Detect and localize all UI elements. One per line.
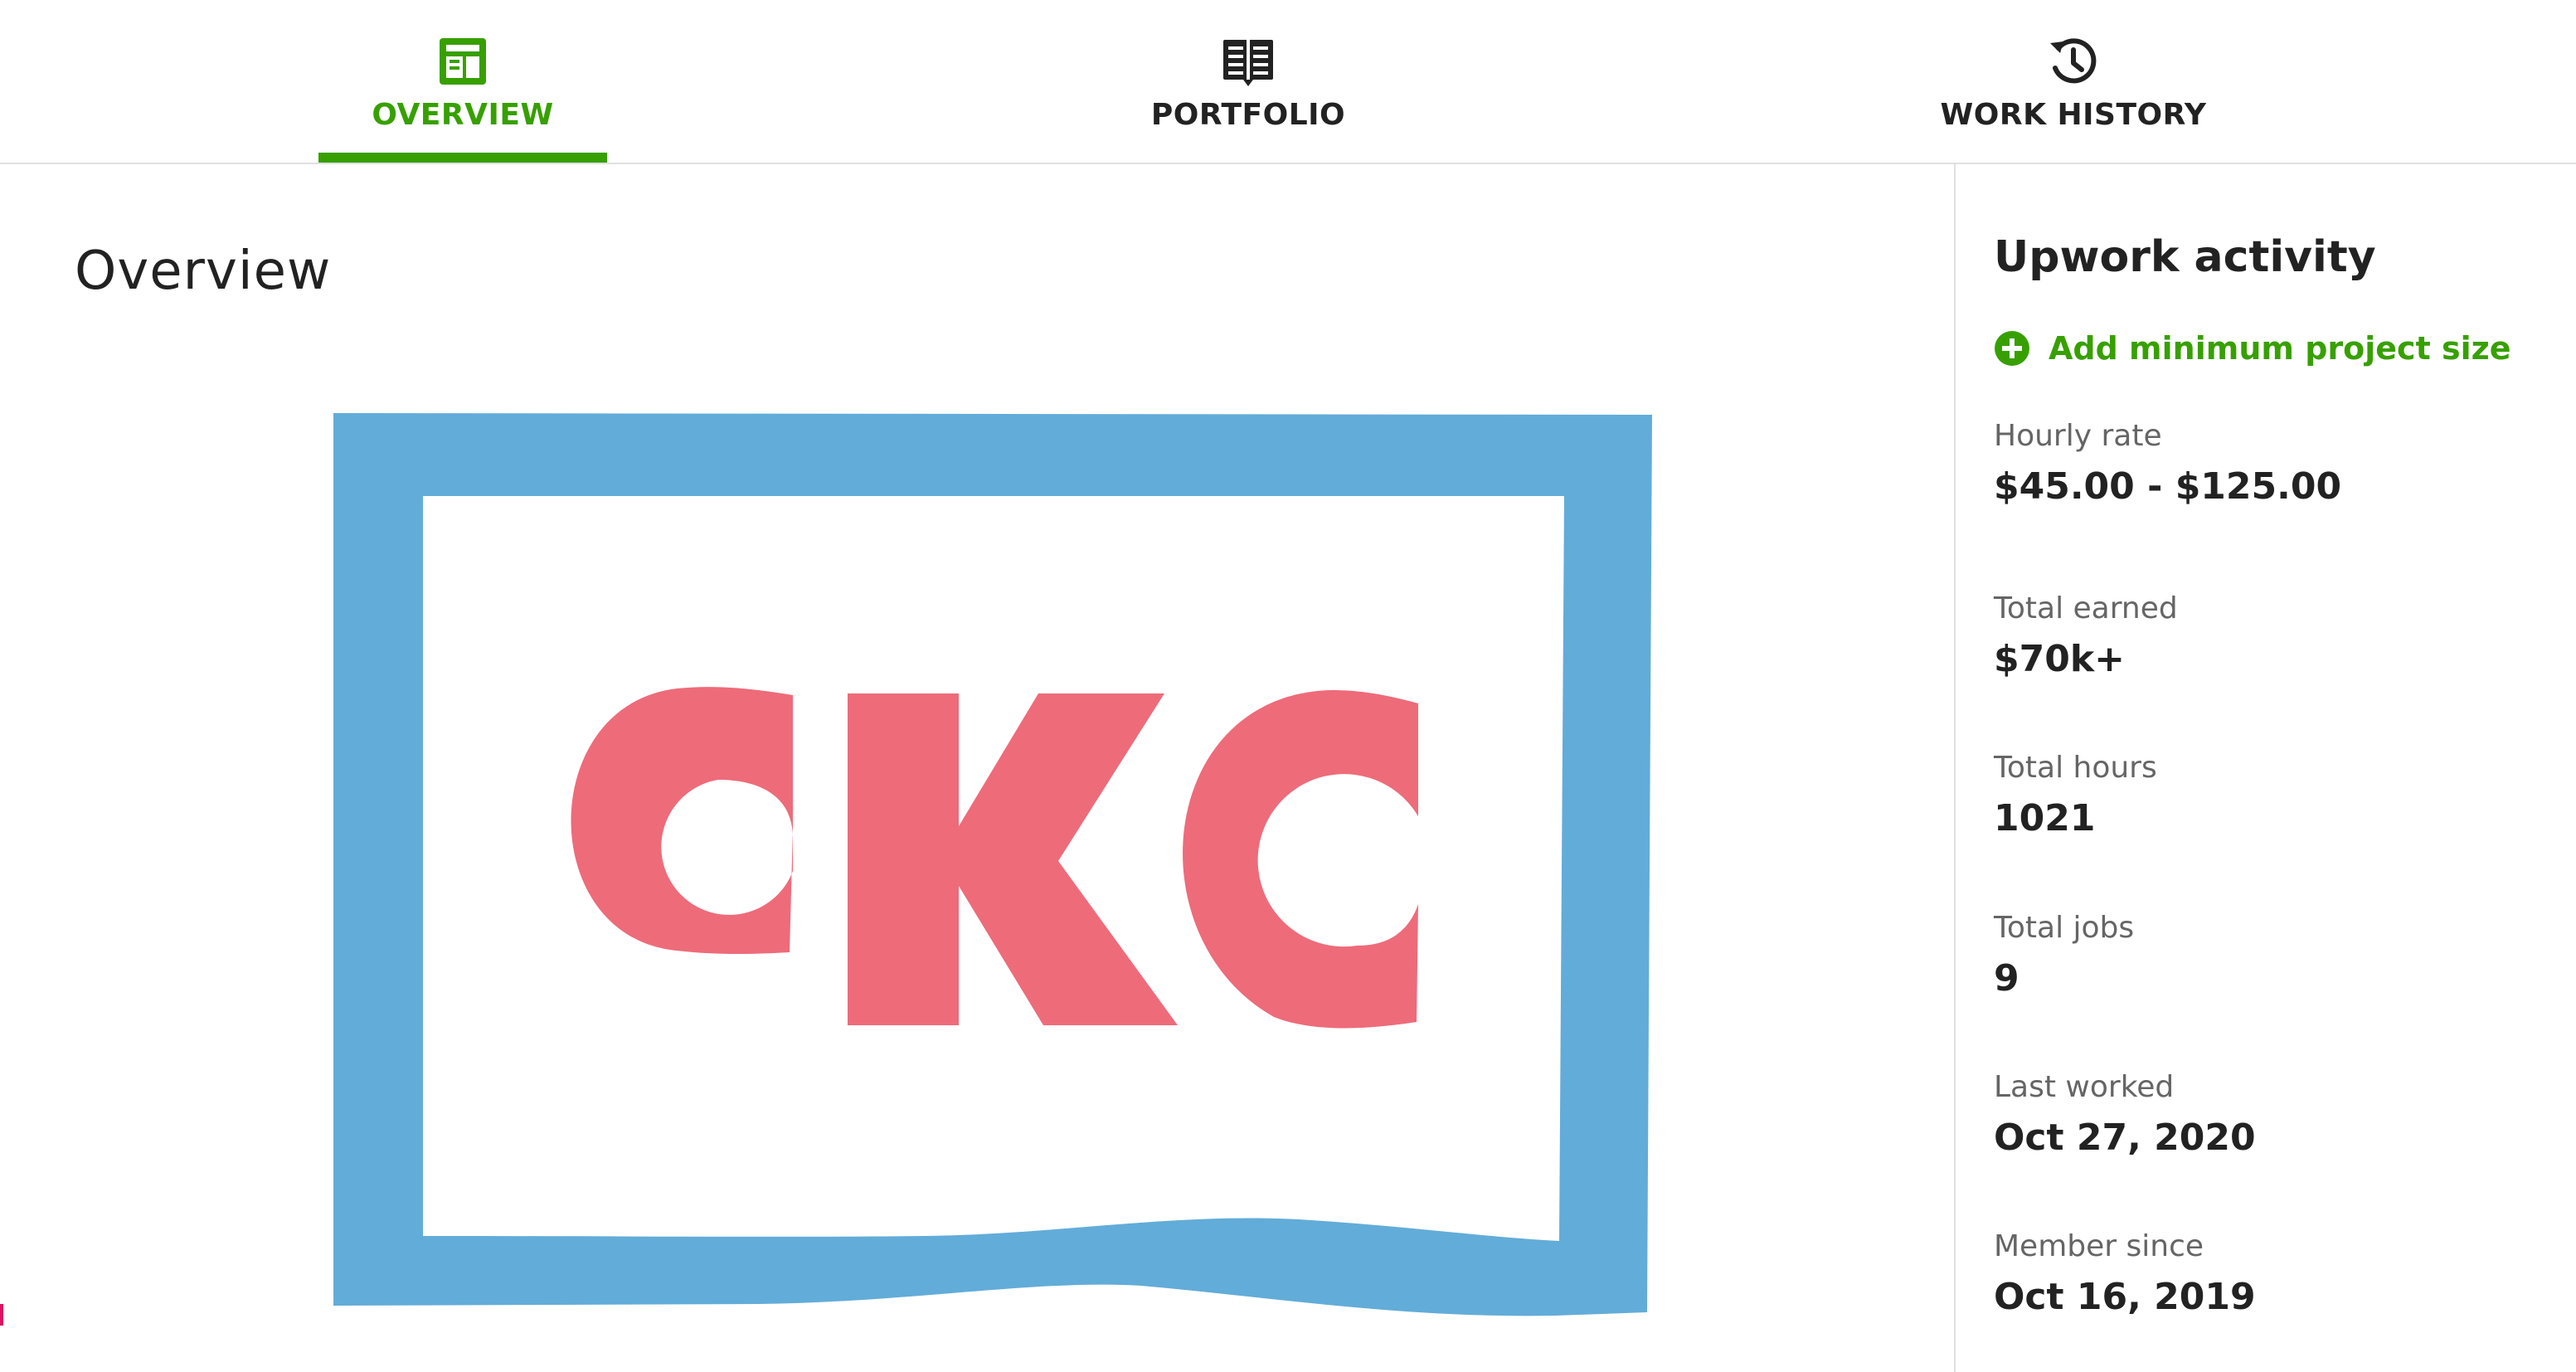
edge-mark [0,1304,3,1326]
upwork-activity-heading: Upwork activity [1994,232,2376,282]
tab-work-history-label: WORK HISTORY [1940,98,2207,132]
add-minimum-project-size-label: Add minimum project size [2049,330,2511,367]
logo-letter-c1 [571,687,793,954]
stat-value: $70k+ [1994,638,2125,680]
logo-letter-k [848,693,1178,1025]
stat-total-jobs: Total jobs 9 [1994,910,2134,1001]
overview-icon [435,33,491,90]
stat-value: $45.00 - $125.00 [1994,465,2342,508]
stat-value: Oct 16, 2019 [1994,1276,2256,1318]
profile-tab-bar: OVERVIEW PORTFOLIO WORK HISTORY [0,0,2576,164]
stat-label: Member since [1994,1229,2204,1263]
tab-overview-label: OVERVIEW [372,98,554,132]
portfolio-icon [1220,33,1276,90]
stat-label: Total hours [1994,751,2157,785]
stat-last-worked: Last worked Oct 27, 2020 [1994,1069,2256,1160]
stat-hourly-rate: Hourly rate $45.00 - $125.00 [1994,418,2341,509]
add-minimum-project-size-link[interactable]: Add minimum project size [1994,330,2511,367]
overview-heading: Overview [75,241,332,302]
tab-work-history[interactable]: WORK HISTORY [1924,0,2223,164]
logo-letter-c2 [1183,690,1418,1029]
overview-logo-image[interactable] [328,406,1652,1319]
column-divider [1954,164,1956,1372]
history-icon [2045,33,2102,90]
stat-label: Total earned [1994,591,2178,625]
stat-value: Oct 27, 2020 [1994,1117,2256,1159]
tab-overview[interactable]: OVERVIEW [318,0,607,164]
tab-portfolio[interactable]: PORTFOLIO [1111,0,1385,164]
stat-member-since: Member since Oct 16, 2019 [1994,1228,2256,1320]
stat-label: Total jobs [1994,911,2135,945]
stat-value: 1021 [1994,797,2096,839]
stat-value: 9 [1994,957,2019,1000]
active-tab-indicator [318,153,607,163]
stat-total-earned: Total earned $70k+ [1994,591,2178,682]
plus-circle-icon [1995,331,2029,366]
stat-total-hours: Total hours 1021 [1994,750,2157,841]
stat-label: Hourly rate [1994,419,2162,453]
tab-portfolio-label: PORTFOLIO [1150,98,1346,132]
stat-label: Last worked [1994,1070,2175,1104]
